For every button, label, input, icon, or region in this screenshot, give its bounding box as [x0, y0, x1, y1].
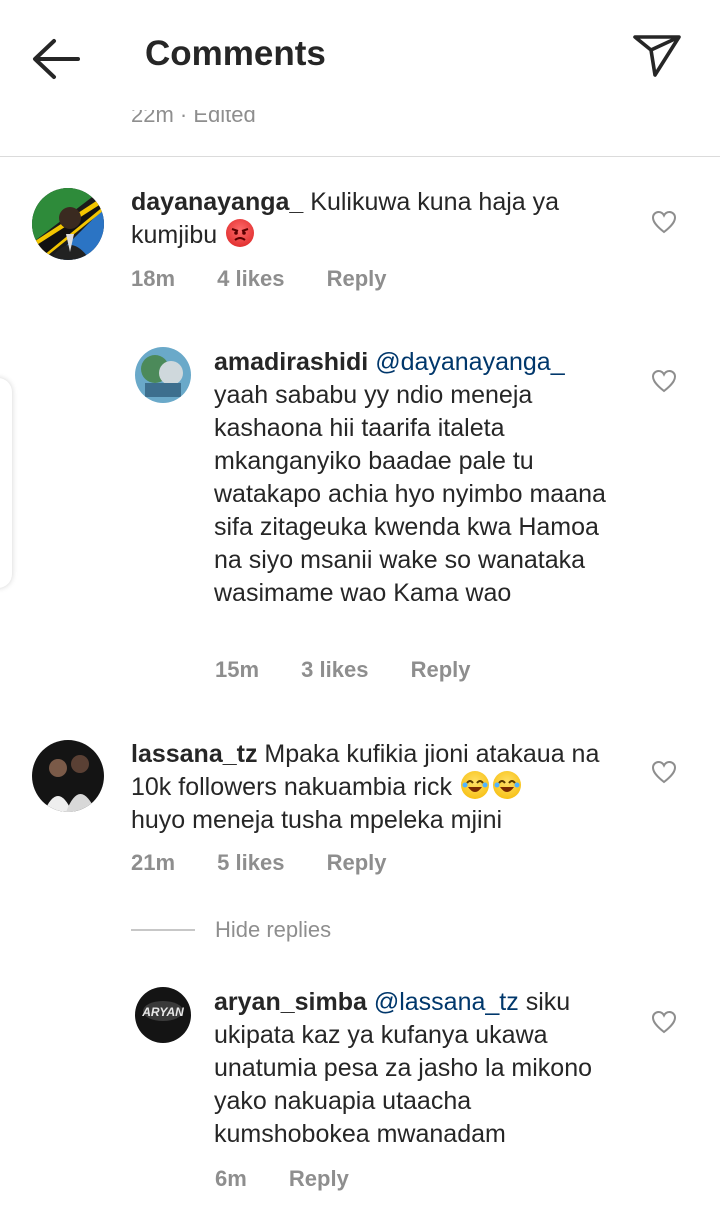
likes-count[interactable]: 5 likes	[217, 850, 284, 875]
avatar[interactable]: ARYAN	[135, 987, 191, 1043]
heart-icon[interactable]	[651, 1010, 677, 1034]
comment-username[interactable]: lassana_tz	[131, 740, 257, 768]
heart-icon[interactable]	[651, 210, 677, 234]
page-title: Comments	[145, 34, 326, 73]
comment-body-continued: huyo meneja tusha mpeleka mjini	[131, 806, 503, 834]
comment-meta: 21m 5 likes Reply	[131, 850, 423, 876]
comment-text: lassana_tz Mpaka kufikia jioni atakaua n…	[131, 738, 611, 837]
reply-button[interactable]: Reply	[411, 657, 471, 682]
send-icon[interactable]	[630, 30, 684, 80]
divider	[0, 156, 720, 157]
hide-replies-line	[131, 929, 195, 931]
avatar[interactable]	[32, 188, 104, 260]
side-overlay-card	[0, 378, 12, 588]
comment-time: 15m	[215, 657, 260, 682]
comment-username[interactable]: amadirashidi	[214, 348, 368, 376]
avatar-image	[135, 347, 191, 403]
comment-username[interactable]: aryan_simba	[214, 988, 367, 1016]
heart-icon[interactable]	[651, 760, 677, 784]
reply-button[interactable]: Reply	[327, 850, 387, 875]
reply-button[interactable]: Reply	[327, 266, 387, 291]
comment-body: yaah sababu yy ndio meneja kashaona hii …	[214, 381, 606, 607]
hide-replies-button[interactable]: Hide replies	[215, 917, 331, 943]
likes-count[interactable]: 4 likes	[217, 266, 284, 291]
heart-icon[interactable]	[651, 369, 677, 393]
comment-meta: 18m 4 likes Reply	[131, 266, 423, 292]
reply-button[interactable]: Reply	[289, 1166, 349, 1191]
mention-link[interactable]: @lassana_tz	[374, 988, 519, 1016]
avatar-image	[32, 740, 104, 812]
avatar-image	[32, 188, 104, 260]
comment-time: 6m	[215, 1166, 247, 1191]
reply-text: amadirashidi @dayanayanga_ yaah sababu y…	[214, 346, 624, 610]
laughing-emoji	[460, 771, 489, 799]
comment-text: dayanayanga_ Kulikuwa kuna haja ya kumji…	[131, 186, 591, 252]
laughing-emoji	[492, 771, 521, 799]
comment-time: 21m	[131, 850, 176, 875]
back-arrow-icon[interactable]	[30, 36, 82, 82]
mention-link[interactable]: @dayanayanga_	[375, 348, 564, 376]
comment-meta: 15m 3 likes Reply	[215, 657, 507, 683]
angry-emoji	[226, 219, 255, 247]
header-bar: Comments	[0, 0, 720, 110]
avatar[interactable]	[32, 740, 104, 812]
avatar-image: ARYAN	[135, 987, 191, 1043]
reply-text: aryan_simba @lassana_tz siku ukipata kaz…	[214, 986, 624, 1151]
likes-count[interactable]: 3 likes	[301, 657, 368, 682]
avatar-logo-text: ARYAN	[141, 1005, 184, 1019]
comment-username[interactable]: dayanayanga_	[131, 188, 303, 216]
comment-time: 18m	[131, 266, 176, 291]
comment-meta: 6m Reply	[215, 1166, 385, 1192]
avatar[interactable]	[135, 347, 191, 403]
